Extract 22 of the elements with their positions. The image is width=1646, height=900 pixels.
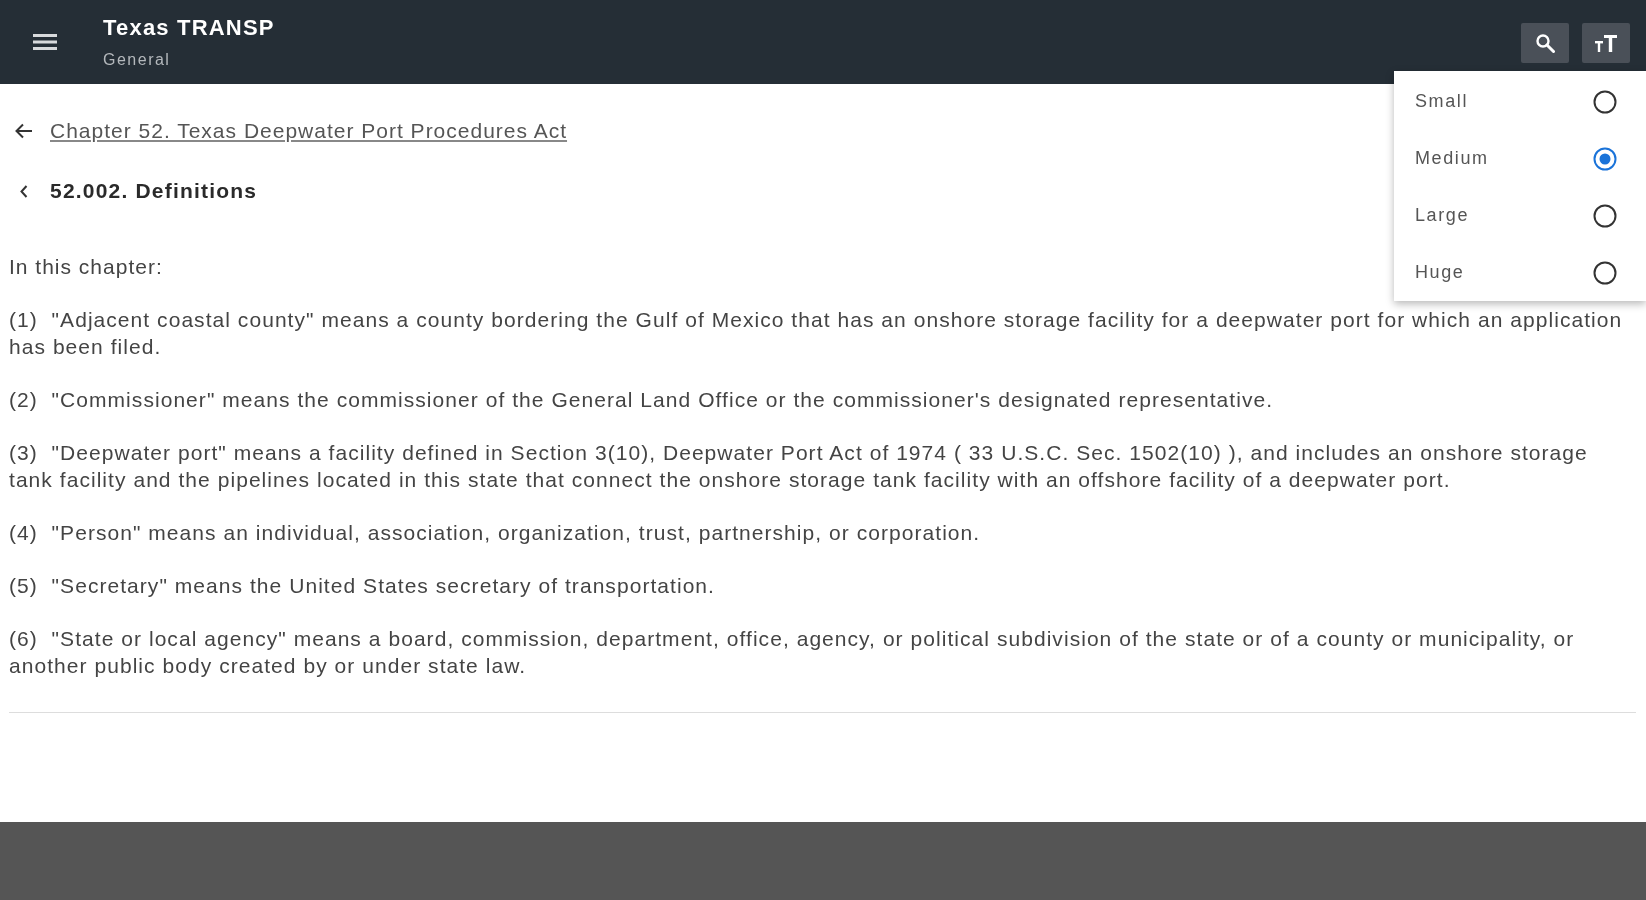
font-size-option[interactable]: Small [1394,73,1646,130]
definition-paragraph: (6) "State or local agency" means a board, commission, department, office, agency, or political subdivision of the state or of a county or municipality, or another public body created by or under state law. [9,626,1576,679]
definition-paragraph: (2) "Commissioner" means the commissioner of the General Land Office or the commissioner's designated representative. [9,387,1275,413]
intro-text: In this chapter: [9,254,163,280]
definition-paragraph: (1) "Adjacent coastal county" means a county bordering the Gulf of Mexico that has an onshore storage facility for a deepwater port for which an application has been filed. [9,307,1624,360]
search-icon [1535,33,1555,53]
text-size-icon [1595,34,1617,52]
chevron-left-icon[interactable] [20,184,28,198]
font-size-option[interactable]: Large [1394,187,1646,244]
back-arrow-icon[interactable] [15,123,33,139]
definition-paragraph: (3) "Deepwater port" means a facility defined in Section 3(10), Deepwater Port Act of 1974 ( 33 U.S.C. Sec. 1502(10) ), and includes an onshore storage tank facility and the pipelines located in this state that connect the onshore storage tank facility with an offshore facility of a deepwater port. [9,440,1589,493]
chapter-link[interactable]: Chapter 52. Texas Deepwater Port Procedures Act [50,119,568,143]
definition-paragraph: (5) "Secretary" means the United States secretary of transportation. [9,573,716,599]
text-size-button[interactable] [1582,23,1630,63]
app-subtitle: General [103,49,171,70]
menu-icon[interactable] [33,33,57,51]
app-title: Texas TRANSP [103,14,275,41]
section-title: 52.002. Definitions [50,179,258,203]
search-button[interactable] [1521,23,1569,63]
definition-paragraph: (4) "Person" means an individual, association, organization, trust, partnership, or corporation. [9,520,982,546]
font-size-option[interactable]: Huge [1394,244,1646,301]
font-size-option[interactable]: Medium [1394,130,1646,187]
